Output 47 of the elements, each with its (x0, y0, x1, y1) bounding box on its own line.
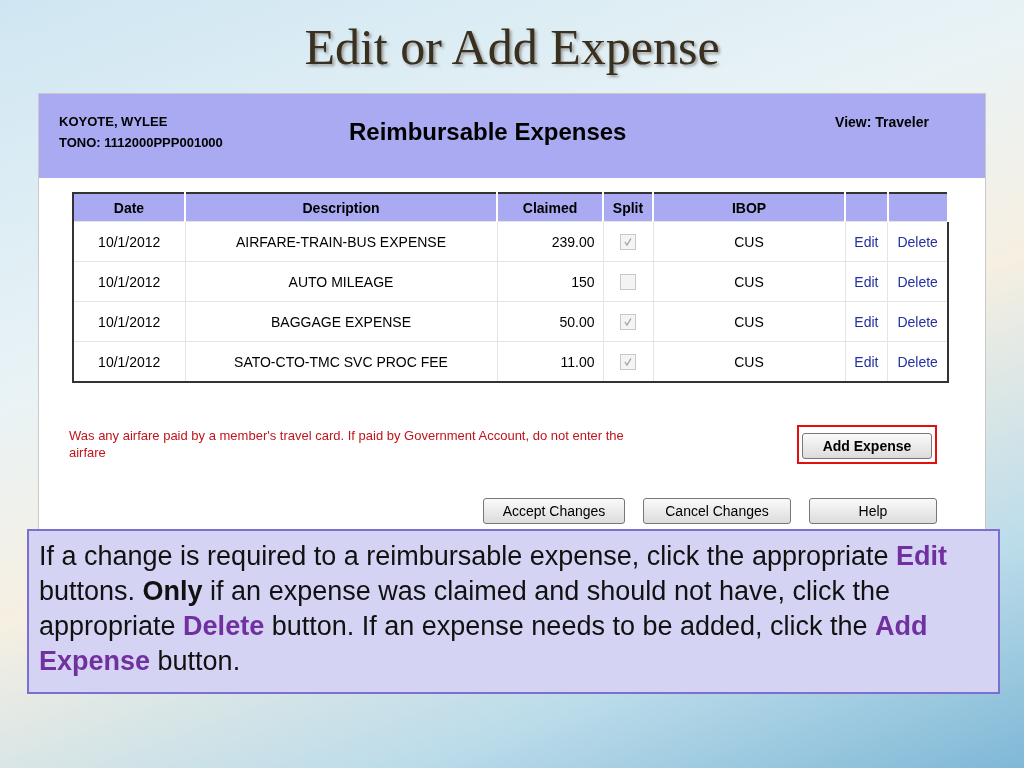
edit-link[interactable]: Edit (854, 353, 879, 370)
table-cell: AUTO MILEAGE (185, 261, 497, 302)
column-header: Split (603, 193, 653, 222)
add-expense-button[interactable]: Add Expense (802, 433, 932, 459)
table-cell: 10/1/2012 (73, 301, 185, 342)
table-cell: SATO-CTO-TMC SVC PROC FEE (185, 341, 497, 382)
table-cell: CUS (653, 221, 845, 262)
delete-link[interactable]: Delete (897, 313, 938, 330)
column-header: Date (73, 193, 185, 222)
split-checkbox[interactable] (620, 354, 636, 371)
delete-link[interactable]: Delete (897, 233, 938, 250)
column-header: IBOP (653, 193, 845, 222)
view-label: View: Traveler (835, 114, 929, 130)
table-cell: 50.00 (497, 301, 603, 342)
tono-number: TONO: 1112000PPP001000 (59, 135, 224, 150)
edit-link[interactable]: Edit (854, 273, 879, 290)
slide-title: Edit or Add Expense (304, 18, 720, 77)
table-cell: CUS (653, 301, 845, 342)
split-checkbox[interactable] (620, 274, 636, 291)
table-cell: 239.00 (497, 221, 603, 262)
check-icon (623, 237, 633, 248)
table-cell: BAGGAGE EXPENSE (185, 301, 497, 342)
table-cell: CUS (653, 341, 845, 382)
check-icon (623, 357, 633, 368)
table-cell: CUS (653, 261, 845, 302)
warning-text: Was any airfare paid by a member's travel card. If paid by Government Account, do not enter the airfare (69, 427, 625, 461)
split-checkbox[interactable] (620, 234, 636, 251)
callout-text: If a change is required to a reimbursable expense, click the appropriate Edit buttons. Only if an expense was claimed and should not have, click the appropriate Delete button. If an expense needs to be added, click the Add Expense button. (27, 529, 1000, 694)
delete-link[interactable]: Delete (897, 353, 938, 370)
table-cell: 10/1/2012 (73, 221, 185, 262)
check-icon (623, 317, 633, 328)
table-cell: 11.00 (497, 341, 603, 382)
edit-link[interactable]: Edit (854, 233, 879, 250)
split-checkbox[interactable] (620, 314, 636, 331)
table-cell: 150 (497, 261, 603, 302)
table-cell: 10/1/2012 (73, 341, 185, 382)
column-header: Description (185, 193, 497, 222)
action-button[interactable]: Accept Changes (483, 498, 625, 524)
column-header: Claimed (497, 193, 603, 222)
delete-link[interactable]: Delete (897, 273, 938, 290)
table-cell: AIRFARE-TRAIN-BUS EXPENSE (185, 221, 497, 262)
table-cell: 10/1/2012 (73, 261, 185, 302)
action-button[interactable]: Cancel Changes (643, 498, 791, 524)
page-heading: Reimbursable Expenses (349, 118, 628, 146)
edit-link[interactable]: Edit (854, 313, 879, 330)
action-button[interactable]: Help (809, 498, 937, 524)
traveler-name: KOYOTE, WYLEE (59, 114, 169, 129)
